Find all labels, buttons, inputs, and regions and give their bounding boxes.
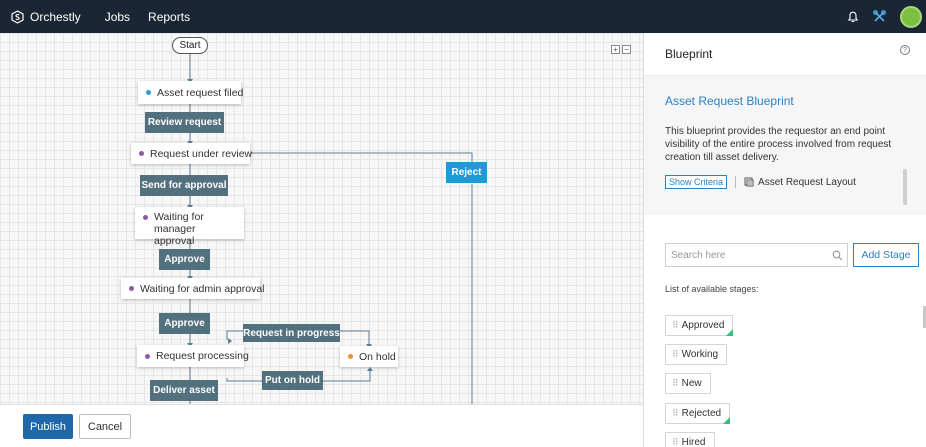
stage-label: Rejected [681, 408, 722, 419]
stage-item-approved[interactable]: ⠿ Approved [665, 315, 734, 336]
state-on-hold[interactable]: On hold [340, 346, 398, 367]
search-input[interactable] [666, 244, 826, 266]
state-label: Request processing [156, 350, 249, 362]
show-criteria-button[interactable]: Show Criteria [665, 175, 728, 189]
top-bar: Orchestly Jobs Reports [0, 0, 926, 33]
search-box [665, 243, 848, 267]
drag-handle-icon[interactable]: ⠿ [672, 349, 679, 360]
add-stage-button[interactable]: Add Stage [853, 243, 919, 267]
stage-item-working[interactable]: ⠿ Working [665, 344, 728, 365]
layout-link[interactable]: Asset Request Layout [744, 177, 856, 188]
transition-request-in-progress[interactable]: Request in progress [243, 324, 340, 342]
stage-label: Working [681, 349, 719, 360]
layout-name: Asset Request Layout [758, 176, 856, 188]
stage-item-hired[interactable]: ⠿ Hired [665, 432, 715, 447]
blueprint-canvas[interactable]: + − Start Asset request filed Review req… [0, 33, 643, 404]
drag-handle-icon[interactable]: ⠿ [672, 320, 679, 331]
search-icon[interactable] [832, 250, 843, 261]
drag-handle-icon[interactable]: ⠿ [672, 378, 679, 389]
state-label: Waiting for admin approval [140, 282, 265, 295]
stage-marker [726, 329, 734, 336]
state-label: On hold [359, 350, 396, 363]
panel-title: Blueprint [665, 47, 713, 61]
transition-send-for-approval[interactable]: Send for approval [140, 175, 228, 196]
panel-header: Blueprint ? [644, 33, 926, 76]
state-label: Waiting for manager approval [154, 211, 204, 247]
zoom-in-button[interactable]: + [611, 45, 620, 54]
transition-reject[interactable]: Reject [446, 162, 487, 183]
stage-label: Hired [681, 437, 706, 447]
status-dot [145, 353, 150, 359]
cancel-button[interactable]: Cancel [79, 414, 131, 439]
nav-reports[interactable]: Reports [148, 10, 190, 24]
help-icon[interactable]: ? [900, 45, 910, 55]
brand-name: Orchestly [30, 9, 81, 24]
stage-search-row: Add Stage [665, 243, 919, 267]
status-dot [146, 90, 151, 95]
stage-label: Approved [681, 320, 725, 331]
stage-item-rejected[interactable]: ⠿ Rejected [665, 403, 731, 424]
transition-approve-admin[interactable]: Approve [159, 313, 210, 334]
main-nav: Jobs Reports [105, 10, 190, 24]
publish-button[interactable]: Publish [23, 414, 73, 439]
transition-review-request[interactable]: Review request [145, 112, 224, 133]
state-request-processing[interactable]: Request processing [137, 345, 249, 367]
transition-approve-manager[interactable]: Approve [159, 249, 210, 270]
state-asset-request-filed[interactable]: Asset request filed [138, 81, 244, 104]
zoom-out-button[interactable]: − [622, 45, 631, 54]
status-dot [139, 151, 144, 156]
state-request-under-review[interactable]: Request under review [131, 143, 253, 164]
description-scrollbar[interactable] [903, 169, 907, 205]
stages-list-label: List of available stages: [665, 284, 759, 294]
stage-marker [723, 417, 731, 424]
stage-label: New [681, 378, 702, 389]
status-dot [129, 286, 134, 291]
status-dot [348, 354, 353, 359]
state-waiting-for-admin-approval[interactable]: Waiting for admin approval [121, 278, 265, 299]
connector-lines [187, 54, 473, 404]
transition-deliver-asset[interactable]: Deliver asset [150, 380, 218, 401]
drag-handle-icon[interactable]: ⠿ [672, 437, 679, 447]
top-right-actions [847, 0, 922, 33]
user-avatar[interactable] [900, 5, 922, 28]
state-label: Asset request filed [157, 86, 244, 99]
blueprint-links: Show Criteria Asset Request Layout [665, 175, 905, 189]
blueprint-panel: Blueprint ? Asset Request Blueprint This… [643, 33, 926, 447]
drag-handle-icon[interactable]: ⠿ [672, 408, 679, 419]
state-waiting-for-manager-approval[interactable]: Waiting for manager approval [135, 207, 244, 247]
layout-icon [744, 177, 754, 187]
start-node[interactable]: Start [172, 37, 208, 54]
blueprint-name[interactable]: Asset Request Blueprint [665, 94, 905, 108]
nav-jobs[interactable]: Jobs [105, 10, 130, 24]
brand[interactable]: Orchestly [11, 10, 81, 24]
divider [735, 176, 737, 188]
canvas-footer: Publish Cancel [0, 404, 643, 447]
state-label: Request under review [150, 147, 253, 160]
bell-icon[interactable] [847, 11, 859, 23]
status-dot [143, 215, 148, 220]
transition-put-on-hold[interactable]: Put on hold [262, 371, 323, 390]
blueprint-description: This blueprint provides the requestor an… [665, 126, 892, 163]
tools-icon[interactable] [873, 10, 886, 23]
stage-item-new[interactable]: ⠿ New [665, 373, 711, 394]
orchestly-logo-icon [11, 9, 24, 24]
blueprint-info: Asset Request Blueprint This blueprint p… [644, 76, 926, 215]
